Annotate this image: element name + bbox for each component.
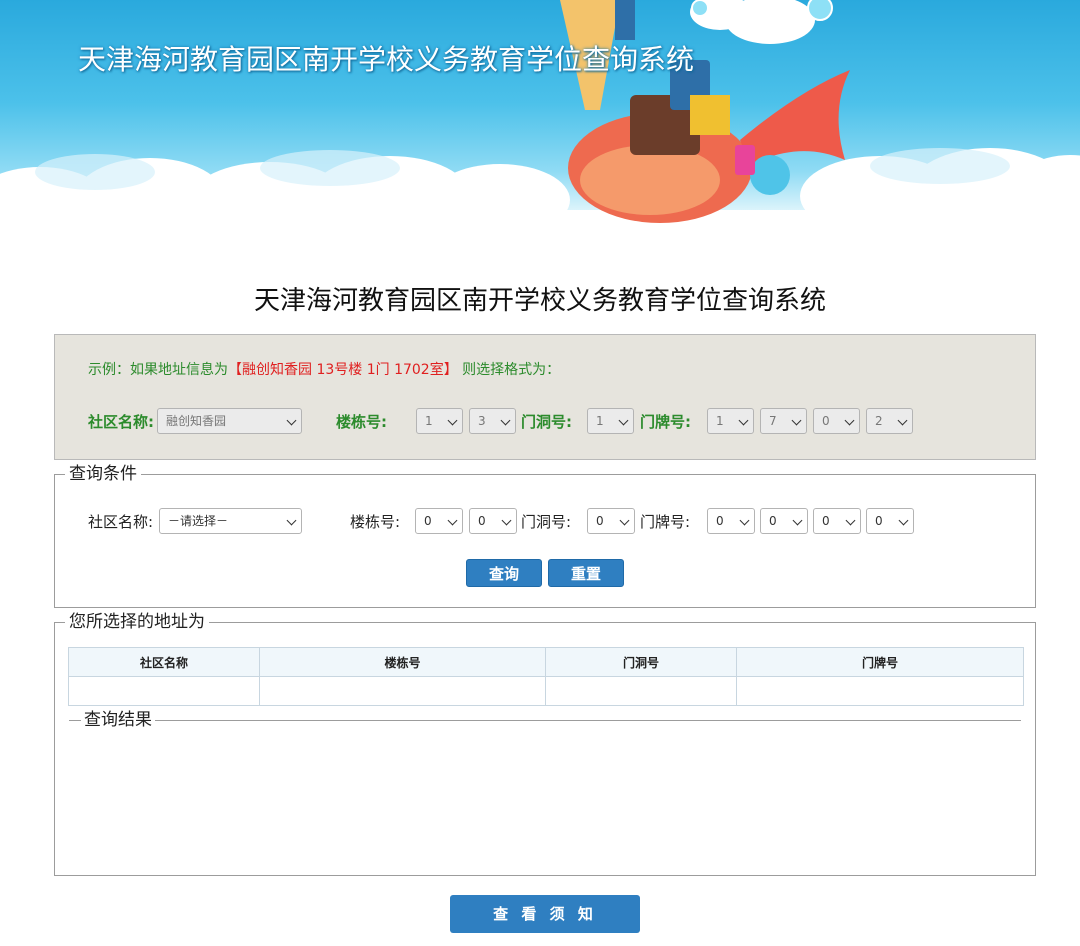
example-room-value-3: 0 [822,414,830,428]
view-notice-button[interactable]: 查 看 须 知 [450,895,640,933]
table-header-row: 社区名称 楼栋号 门洞号 门牌号 [68,647,1024,677]
chevron-down-icon [447,515,458,526]
room-value-1: 0 [716,514,724,528]
chevron-down-icon [501,515,512,526]
column-header-building: 楼栋号 [259,647,546,677]
building-value-2: 0 [478,514,486,528]
room-select-3[interactable]: 0 [813,508,861,534]
query-row: 社区名称: －请选择－ 楼栋号: 0 0 门洞号: 0 门牌号: 0 0 0 0 [55,508,1035,536]
table-row [68,676,1024,706]
building-select-2[interactable]: 0 [469,508,517,534]
chevron-down-icon [286,515,297,526]
community-label: 社区名称: [88,513,154,531]
page-title: 天津海河教育园区南开学校义务教育学位查询系统 [253,286,826,316]
chevron-down-icon [845,515,856,526]
chevron-down-icon [500,415,511,426]
column-header-door: 门洞号 [545,647,737,677]
community-select[interactable]: －请选择－ [159,508,302,534]
door-select[interactable]: 0 [587,508,635,534]
example-panel: 示例：如果地址信息为【融创知香园 13号楼 1门 1702室】 则选择格式为： … [54,334,1036,460]
example-door-value: 1 [596,414,604,428]
query-result-section: 查询结果 [69,709,1021,731]
cell-community [68,676,260,706]
example-room-select-3: 0 [813,408,860,434]
door-value: 0 [596,514,604,528]
divider [69,720,1021,721]
example-address: 【融创知香园 13号楼 1门 1702室】 [228,362,458,378]
cell-building [259,676,546,706]
room-value-2: 0 [769,514,777,528]
example-building-label: 楼栋号: [336,413,387,431]
query-conditions-fieldset: 查询条件 社区名称: －请选择－ 楼栋号: 0 0 门洞号: 0 门牌号: 0 … [54,463,1036,608]
example-building-value-2: 3 [478,414,486,428]
example-room-select-2: 7 [760,408,807,434]
chevron-down-icon [447,415,458,426]
example-community-value: 融创知香园 [166,414,227,428]
chevron-down-icon [792,515,803,526]
room-select-2[interactable]: 0 [760,508,808,534]
chevron-down-icon [286,415,297,426]
cell-room [736,676,1024,706]
room-select-4[interactable]: 0 [866,508,914,534]
header-banner: 天津海河教育园区南开学校义务教育学位查询系统 [0,0,1080,228]
example-room-value-1: 1 [716,414,724,428]
example-format-row: 社区名称: 融创知香园 楼栋号: 1 3 门洞号: 1 门牌号: 1 7 0 2 [55,408,1035,436]
building-value-1: 0 [424,514,432,528]
column-header-community: 社区名称 [68,647,260,677]
example-room-value-2: 7 [769,414,777,428]
example-door-select: 1 [587,408,634,434]
door-label: 门洞号: [521,513,572,531]
search-button[interactable]: 查询 [466,559,542,587]
example-suffix: 则选择格式为： [457,362,561,378]
community-select-value: －请选择－ [168,514,229,528]
example-room-select-1: 1 [707,408,754,434]
chevron-down-icon [739,515,750,526]
example-community-select: 融创知香园 [157,408,302,434]
reset-button[interactable]: 重置 [548,559,624,587]
banner-illustration [0,0,1080,228]
chevron-down-icon [897,415,908,426]
selected-address-legend: 您所选择的地址为 [65,611,209,633]
cell-door [545,676,737,706]
banner-title: 天津海河教育园区南开学校义务教育学位查询系统 [78,43,695,76]
example-door-label: 门洞号: [521,413,572,431]
column-header-room: 门牌号 [736,647,1024,677]
example-description: 示例：如果地址信息为【融创知香园 13号楼 1门 1702室】 则选择格式为： [88,359,560,379]
example-room-value-4: 2 [875,414,883,428]
chevron-down-icon [618,415,629,426]
example-building-value-1: 1 [425,414,433,428]
chevron-down-icon [898,515,909,526]
query-conditions-legend: 查询条件 [65,463,141,485]
room-value-4: 0 [875,514,883,528]
example-community-label: 社区名称: [88,413,154,431]
chevron-down-icon [738,415,749,426]
example-room-label: 门牌号: [640,413,691,431]
example-prefix: 示例：如果地址信息为 [88,362,228,378]
selected-address-fieldset: 您所选择的地址为 社区名称 楼栋号 门洞号 门牌号 查询结果 [54,611,1036,876]
example-building-select-2: 3 [469,408,516,434]
example-building-select-1: 1 [416,408,463,434]
chevron-down-icon [619,515,630,526]
selected-address-table: 社区名称 楼栋号 门洞号 门牌号 [68,647,1024,706]
example-room-select-4: 2 [866,408,913,434]
room-label: 门牌号: [640,513,691,531]
room-value-3: 0 [822,514,830,528]
building-label: 楼栋号: [350,513,401,531]
room-select-1[interactable]: 0 [707,508,755,534]
chevron-down-icon [791,415,802,426]
building-select-1[interactable]: 0 [415,508,463,534]
chevron-down-icon [844,415,855,426]
query-result-legend: 查询结果 [81,709,155,731]
